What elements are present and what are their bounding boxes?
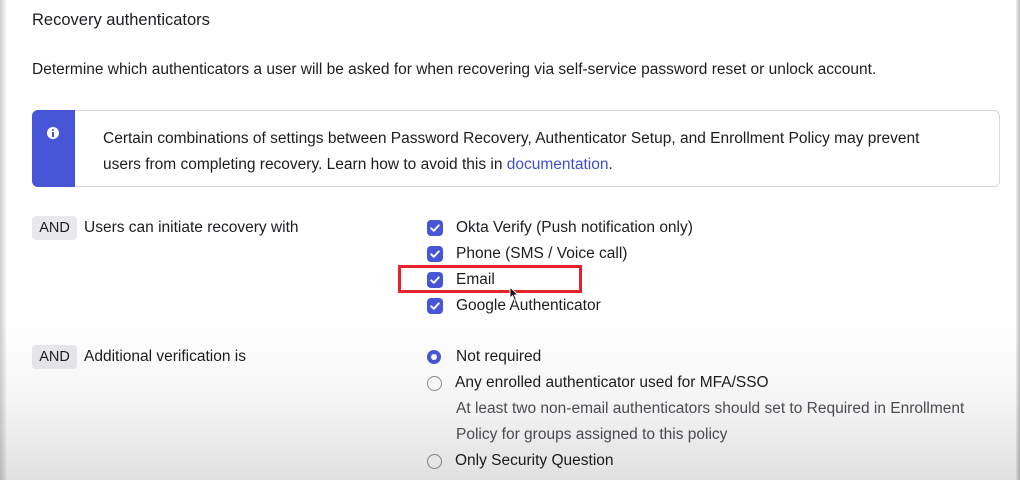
section-title: Recovery authenticators [32, 11, 210, 29]
option-any-enrolled[interactable]: Any enrolled authenticator used for MFA/… [427, 373, 769, 393]
annotation-highlight-box [398, 265, 582, 293]
documentation-link[interactable]: documentation [507, 156, 609, 173]
mouse-cursor-icon [509, 286, 519, 302]
help-line2: Policy for groups assigned to this polic… [456, 426, 728, 443]
option-phone-label: Phone (SMS / Voice call) [456, 245, 628, 262]
section-description: Determine which authenticators a user wi… [32, 61, 877, 78]
info-callout: Certain combinations of settings between… [32, 110, 1000, 187]
callout-text-line2: users from completing recovery. Learn ho… [103, 156, 507, 173]
checkbox-okta-verify[interactable] [427, 220, 443, 236]
option-okta-verify[interactable]: Okta Verify (Push notification only) [427, 218, 693, 238]
recovery-methods-label: Users can initiate recovery with [84, 219, 299, 236]
callout-accent-bar [32, 110, 75, 187]
checkbox-phone[interactable] [427, 246, 443, 262]
option-google-authenticator-label: Google Authenticator [456, 297, 601, 314]
radio-any-enrolled[interactable] [427, 375, 442, 391]
radio-only-security-question[interactable] [427, 453, 442, 469]
window-right-edge [1016, 0, 1020, 480]
option-okta-verify-label: Okta Verify (Push notification only) [456, 219, 693, 236]
option-phone[interactable]: Phone (SMS / Voice call) [427, 244, 627, 264]
and-badge-verification: AND [32, 345, 77, 369]
option-only-security-question[interactable]: Only Security Question [427, 451, 614, 471]
option-not-required[interactable]: Not required [427, 347, 541, 367]
option-not-required-label: Not required [456, 348, 542, 365]
callout-text-end: . [608, 156, 613, 173]
and-badge-recovery: AND [32, 216, 77, 240]
info-icon [47, 127, 59, 139]
option-only-security-question-label: Only Security Question [455, 452, 614, 469]
callout-text: Certain combinations of settings between… [103, 126, 983, 178]
radio-not-required[interactable] [427, 350, 441, 364]
additional-verification-label: Additional verification is [84, 348, 246, 365]
help-line1: At least two non-email authenticators sh… [456, 400, 965, 417]
checkbox-google-authenticator[interactable] [427, 298, 443, 314]
callout-text-line1: Certain combinations of settings between… [103, 130, 920, 147]
option-any-enrolled-label: Any enrolled authenticator used for MFA/… [455, 374, 769, 391]
option-any-enrolled-help: At least two non-email authenticators sh… [456, 396, 1016, 448]
window-left-edge [0, 0, 6, 480]
